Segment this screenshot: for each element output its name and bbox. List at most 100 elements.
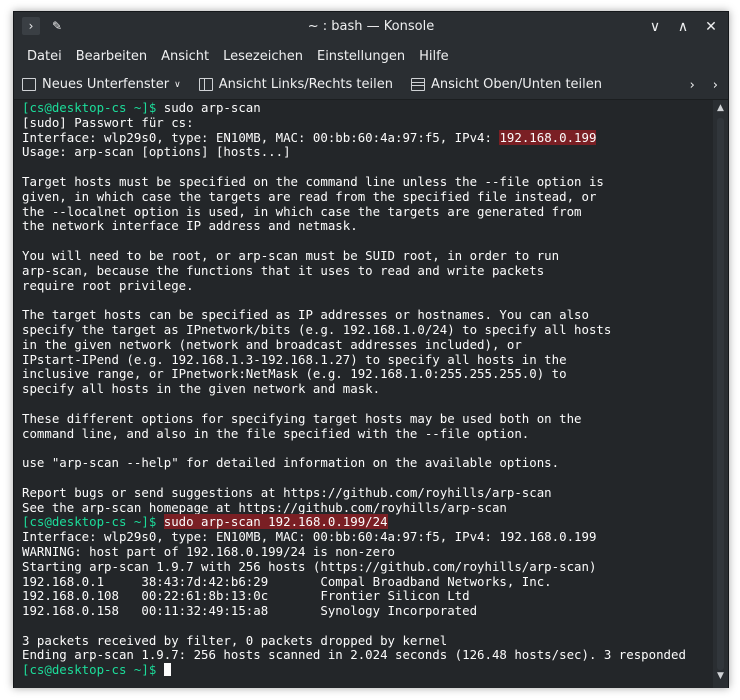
scrollbar[interactable]: ▲ ▼ <box>713 100 728 688</box>
output-line: arp-scan, because the functions that it … <box>22 263 714 279</box>
line-text: require root privilege. <box>22 277 194 293</box>
window-title: ~ : bash — Konsole <box>307 19 435 34</box>
line-text: Report bugs or send suggestions at https… <box>22 484 552 500</box>
line-text: See the arp-scan homepage at https://git… <box>22 499 507 515</box>
line-text: Starting arp-scan 1.9.7 with 256 hosts (… <box>22 558 597 574</box>
menu-datei[interactable]: Datei <box>20 49 69 64</box>
menubar: Datei Bearbeiten Ansicht Lesezeichen Ein… <box>14 42 728 70</box>
terminal-output[interactable]: [cs@desktop-cs ~]$ sudo arp-scan [sudo] P… <box>14 100 714 688</box>
output-line: Starting arp-scan 1.9.7 with 256 hosts (… <box>22 558 714 575</box>
line-text: Interface: wlp29s0, type: EN10MB, MAC: 0… <box>22 129 500 145</box>
output-line: given, in which case the targets are rea… <box>22 188 714 205</box>
split-top-bottom-label: Ansicht Oben/Unten teilen <box>431 77 603 92</box>
minimize-button[interactable]: ∨ <box>646 18 664 36</box>
output-line: Usage: arp-scan [options] [hosts...] <box>22 144 714 160</box>
line-text: specify all hosts in the given network a… <box>22 381 381 397</box>
output-line: Report bugs or send suggestions at https… <box>22 484 714 501</box>
titlebar: › ✎ ~ : bash — Konsole ∨ ∧ ✕ <box>14 12 728 42</box>
scroll-up-icon[interactable]: ▲ <box>713 103 728 117</box>
line-text: 3 packets received by filter, 0 packets … <box>22 632 448 648</box>
line-text: [sudo] Passwort für cs: <box>22 114 194 130</box>
line-text: 192.168.0.108 00:22:61:8b:13:0c Frontier… <box>22 588 470 604</box>
output-line: IPstart-IPend (e.g. 192.168.1.3-192.168.… <box>22 351 714 368</box>
line-text: use "arp-scan --help" for detailed infor… <box>22 455 560 471</box>
output-line: See the arp-scan homepage at https://git… <box>22 499 714 516</box>
output-line: command line, and also in the file speci… <box>22 425 714 442</box>
line-text: Target hosts must be specified on the co… <box>22 173 604 189</box>
new-tab-button[interactable]: Neues Unterfenster ∨ <box>22 77 181 92</box>
line-text: inclusive range, or IPnetwork:NetMask (e… <box>22 366 567 382</box>
output-line: require root privilege. <box>22 277 714 294</box>
line-text: the --localnet option is used, in which … <box>22 203 582 219</box>
output-line: Interface: wlp29s0, type: EN10MB, MAC: 0… <box>22 129 714 146</box>
highlighted-text: sudo arp-scan 192.168.0.199/24 <box>163 514 388 530</box>
output-line: 192.168.0.1 38:43:7d:42:b6:29 Compal Bro… <box>22 573 714 590</box>
chevron-right-icon[interactable]: › <box>690 78 695 93</box>
line-text: sudo arp-scan <box>156 100 261 115</box>
output-line: use "arp-scan --help" for detailed infor… <box>22 455 714 471</box>
output-line: You will need to be root, or arp-scan mu… <box>22 248 714 264</box>
split-top-bottom-button[interactable]: Ansicht Oben/Unten teilen <box>411 77 602 92</box>
line-text: 192.168.0.158 00:11:32:49:15:a8 Synology… <box>22 603 478 619</box>
close-icon: ✕ <box>705 19 717 35</box>
line-text: 192.168.0.1 38:43:7d:42:b6:29 Compal Bro… <box>22 573 552 589</box>
line-text <box>156 662 163 677</box>
output-line: 192.168.0.158 00:11:32:49:15:a8 Synology… <box>22 603 714 619</box>
konsole-window: › ✎ ~ : bash — Konsole ∨ ∧ ✕ Datei Bearb… <box>13 11 729 688</box>
chevron-up-icon: ∧ <box>677 19 689 35</box>
menu-einstellungen[interactable]: Einstellungen <box>310 49 412 64</box>
shell-prompt: [cs@desktop-cs ~]$ <box>22 514 157 530</box>
menu-bearbeiten[interactable]: Bearbeiten <box>69 49 154 64</box>
output-line: 3 packets received by filter, 0 packets … <box>22 632 714 649</box>
toolbar: Neues Unterfenster ∨ Ansicht Links/Recht… <box>14 70 728 100</box>
text-cursor <box>163 663 171 677</box>
line-text: IPstart-IPend (e.g. 192.168.1.3-192.168.… <box>22 351 567 367</box>
split-left-right-label: Ansicht Links/Rechts teilen <box>218 77 393 92</box>
line-text: The target hosts can be specified as IP … <box>22 307 589 323</box>
line-text: Usage: arp-scan [options] [hosts...] <box>22 144 291 160</box>
output-line: WARNING: host part of 192.168.0.199/24 i… <box>22 543 714 560</box>
output-line: inclusive range, or IPnetwork:NetMask (e… <box>22 366 714 382</box>
line-text: WARNING: host part of 192.168.0.199/24 i… <box>22 543 395 559</box>
highlighted-text: 192.168.0.199 <box>499 129 597 145</box>
output-line: [sudo] Passwort für cs: <box>22 114 714 131</box>
output-line: 192.168.0.108 00:22:61:8b:13:0c Frontier… <box>22 588 714 604</box>
line-text: in the given network (network and broadc… <box>22 336 522 352</box>
menu-lesezeichen[interactable]: Lesezeichen <box>216 49 310 64</box>
menu-ansicht[interactable]: Ansicht <box>154 49 216 64</box>
output-line: Ending arp-scan 1.9.7: 256 hosts scanned… <box>22 648 714 663</box>
line-text: the network interface IP address and net… <box>22 218 358 234</box>
prompt-line: [cs@desktop-cs ~]$ <box>22 662 714 678</box>
shell-prompt: [cs@desktop-cs ~]$ <box>22 662 157 678</box>
scroll-down-icon[interactable]: ▼ <box>713 671 728 685</box>
chevron-right-icon[interactable]: › <box>713 78 718 93</box>
chevron-down-icon: ∨ <box>649 19 661 35</box>
split-horizontal-icon <box>411 78 425 91</box>
prompt-line: [cs@desktop-cs ~]$ sudo arp-scan 192.168… <box>22 514 714 530</box>
output-line: Target hosts must be specified on the co… <box>22 173 714 190</box>
output-line: the network interface IP address and net… <box>22 218 714 234</box>
line-text <box>156 514 163 529</box>
output-line: specify the target as IPnetwork/bits (e.… <box>22 322 714 338</box>
line-text: Ending arp-scan 1.9.7: 256 hosts scanned… <box>22 647 686 663</box>
shell-prompt: [cs@desktop-cs ~]$ <box>22 100 157 115</box>
line-text: given, in which case the targets are rea… <box>22 188 597 204</box>
new-tab-icon <box>22 78 36 91</box>
maximize-button[interactable]: ∧ <box>674 18 692 36</box>
split-left-right-button[interactable]: Ansicht Links/Rechts teilen <box>198 77 393 92</box>
new-tab-label: Neues Unterfenster <box>42 77 170 92</box>
prompt-line: [cs@desktop-cs ~]$ sudo arp-scan <box>22 100 714 116</box>
menu-hilfe[interactable]: Hilfe <box>412 49 456 64</box>
line-text: command line, and also in the file speci… <box>22 425 530 441</box>
scrollbar-track[interactable] <box>717 118 724 670</box>
output-line: Interface: wlp29s0, type: EN10MB, MAC: 0… <box>22 529 714 545</box>
output-line: in the given network (network and broadc… <box>22 336 714 353</box>
chevron-down-icon: ∨ <box>174 79 181 90</box>
close-button[interactable]: ✕ <box>702 18 720 36</box>
output-line: the --localnet option is used, in which … <box>22 203 714 220</box>
